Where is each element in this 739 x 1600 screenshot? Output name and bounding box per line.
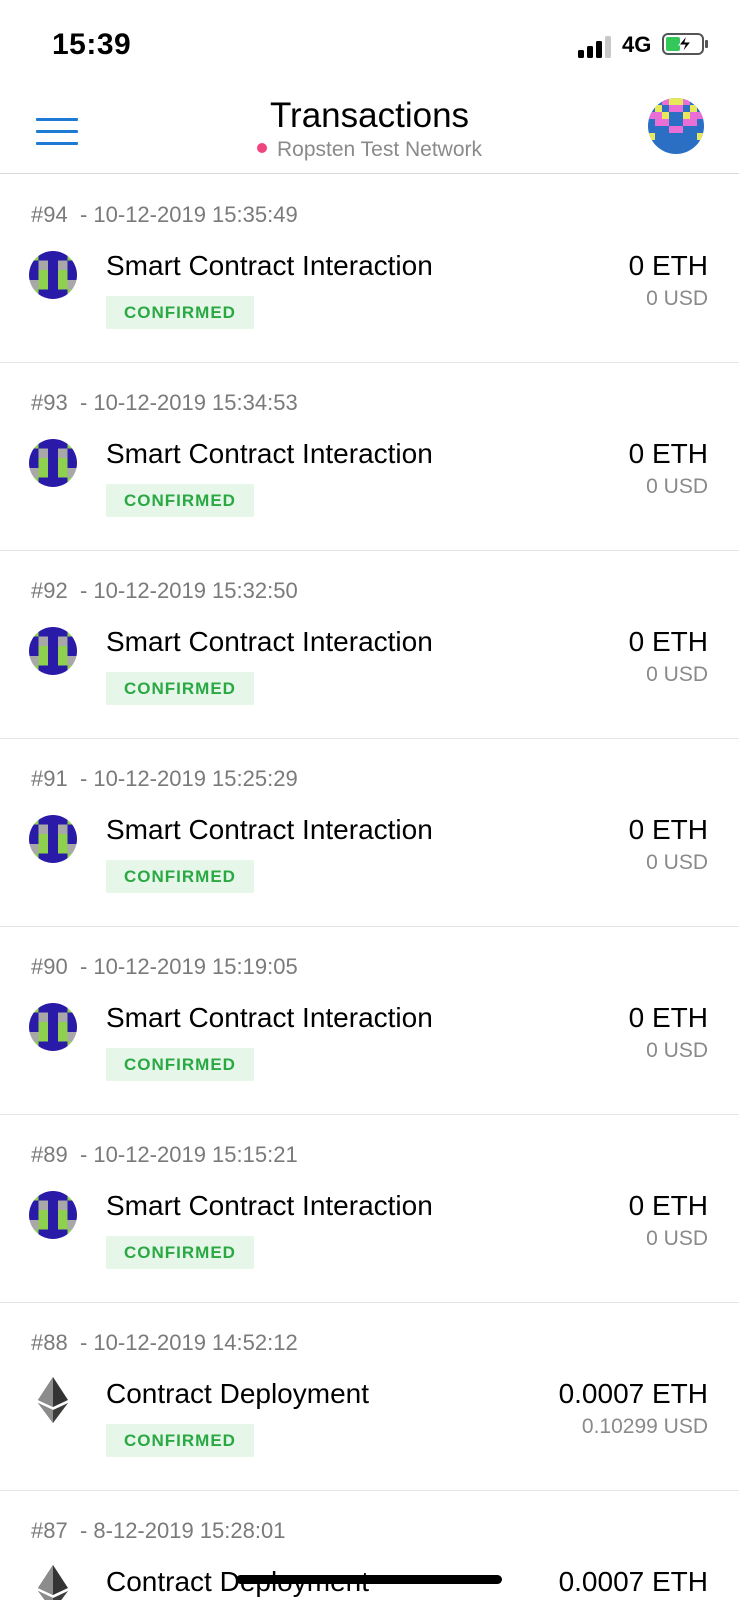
contract-identicon-icon xyxy=(29,815,77,863)
transaction-date: 10-12-2019 15:25:29 xyxy=(93,766,298,791)
transaction-row[interactable]: #91 - 10-12-2019 15:25:29 Smart Contract… xyxy=(0,739,739,927)
transaction-title: Smart Contract Interaction xyxy=(106,626,433,657)
transaction-nonce: #93 xyxy=(31,390,68,415)
transaction-meta: #90 - 10-12-2019 15:19:05 xyxy=(31,954,298,979)
contract-identicon-icon xyxy=(29,1191,77,1239)
transaction-nonce: #92 xyxy=(31,578,68,603)
transaction-title: Smart Contract Interaction xyxy=(106,250,433,281)
transaction-title: Smart Contract Interaction xyxy=(106,1002,433,1033)
transaction-date: 10-12-2019 15:15:21 xyxy=(93,1142,298,1167)
status-badge: CONFIRMED xyxy=(106,484,254,517)
transaction-title: Smart Contract Interaction xyxy=(106,438,433,469)
transaction-nonce: #87 xyxy=(31,1518,68,1543)
status-badge: CONFIRMED xyxy=(106,672,254,705)
ethereum-icon xyxy=(38,1565,68,1600)
transaction-title: Smart Contract Interaction xyxy=(106,1190,433,1221)
transaction-fiat-amount: 0 USD xyxy=(646,1227,708,1250)
transaction-meta: #92 - 10-12-2019 15:32:50 xyxy=(31,578,298,603)
transaction-nonce: #89 xyxy=(31,1142,68,1167)
app-header: Transactions Ropsten Test Network xyxy=(0,90,739,174)
transaction-amount: 0.0007 ETH xyxy=(558,1378,708,1409)
transaction-fiat-amount: 0.10299 USD xyxy=(581,1415,708,1438)
status-badge: CONFIRMED xyxy=(106,860,254,893)
transaction-date: 10-12-2019 14:52:12 xyxy=(93,1330,298,1355)
transaction-meta: #93 - 10-12-2019 15:34:53 xyxy=(31,390,298,415)
transaction-nonce: #91 xyxy=(31,766,68,791)
transaction-fiat-amount: 0 USD xyxy=(646,287,708,310)
transaction-amount: 0 ETH xyxy=(628,438,708,469)
transaction-nonce: #94 xyxy=(31,202,68,227)
contract-identicon-icon xyxy=(29,627,77,675)
transaction-row[interactable]: #88 - 10-12-2019 14:52:12 Contract Deplo… xyxy=(0,1303,739,1491)
transaction-date: 10-12-2019 15:35:49 xyxy=(93,202,298,227)
transaction-amount: 0 ETH xyxy=(628,626,708,657)
transaction-amount: 0 ETH xyxy=(628,1002,708,1033)
transaction-fiat-amount: 0 USD xyxy=(646,475,708,498)
page-title: Transactions xyxy=(269,96,470,135)
network-type: 4G xyxy=(622,32,652,57)
transaction-row[interactable]: #89 - 10-12-2019 15:15:21 Smart Contract… xyxy=(0,1115,739,1303)
contract-identicon-icon xyxy=(29,439,77,487)
status-time: 15:39 xyxy=(52,28,132,61)
transaction-meta: #94 - 10-12-2019 15:35:49 xyxy=(31,202,298,227)
transaction-fiat-amount: 0 USD xyxy=(646,851,708,874)
transaction-nonce: #90 xyxy=(31,954,68,979)
transaction-amount: 0 ETH xyxy=(628,814,708,845)
home-indicator[interactable] xyxy=(236,1575,502,1584)
transaction-row[interactable]: #94 - 10-12-2019 15:35:49 Smart Contract… xyxy=(0,175,739,363)
transaction-amount: 0 ETH xyxy=(628,1190,708,1221)
transaction-amount: 0.0007 ETH xyxy=(558,1566,708,1597)
transaction-meta: #91 - 10-12-2019 15:25:29 xyxy=(31,766,298,791)
status-bar: 15:39 4G xyxy=(0,0,739,90)
transaction-meta: #89 - 10-12-2019 15:15:21 xyxy=(31,1142,298,1167)
network-status-dot xyxy=(256,143,267,154)
transaction-date: 10-12-2019 15:34:53 xyxy=(93,390,298,415)
contract-identicon-icon xyxy=(29,251,77,299)
transaction-list: #94 - 10-12-2019 15:35:49 Smart Contract… xyxy=(0,175,739,1600)
transaction-meta: #87 - 8-12-2019 15:28:01 xyxy=(31,1518,286,1543)
transaction-fiat-amount: 0 USD xyxy=(646,1039,708,1062)
transaction-meta: #88 - 10-12-2019 14:52:12 xyxy=(31,1330,298,1355)
status-badge: CONFIRMED xyxy=(106,1048,254,1081)
transaction-row[interactable]: #93 - 10-12-2019 15:34:53 Smart Contract… xyxy=(0,363,739,551)
ethereum-icon xyxy=(38,1377,68,1423)
transaction-title: Smart Contract Interaction xyxy=(106,814,433,845)
status-badge: CONFIRMED xyxy=(106,1424,254,1457)
cellular-signal-icon xyxy=(578,34,614,58)
account-avatar[interactable] xyxy=(648,98,704,154)
network-name: Ropsten Test Network xyxy=(276,138,483,161)
contract-identicon-icon xyxy=(29,1003,77,1051)
transaction-fiat-amount: 0 USD xyxy=(646,663,708,686)
status-badge: CONFIRMED xyxy=(106,296,254,329)
transaction-amount: 0 ETH xyxy=(628,250,708,281)
transaction-row[interactable]: #92 - 10-12-2019 15:32:50 Smart Contract… xyxy=(0,551,739,739)
transaction-nonce: #88 xyxy=(31,1330,68,1355)
transaction-date: 10-12-2019 15:32:50 xyxy=(93,578,298,603)
transaction-date: 8-12-2019 15:28:01 xyxy=(93,1518,286,1543)
transaction-title: Contract Deployment xyxy=(106,1378,370,1409)
network-indicator[interactable]: Ropsten Test Network xyxy=(0,138,739,162)
battery-charging-icon xyxy=(662,33,708,55)
transaction-date: 10-12-2019 15:19:05 xyxy=(93,954,298,979)
transaction-row[interactable]: #90 - 10-12-2019 15:19:05 Smart Contract… xyxy=(0,927,739,1115)
status-badge: CONFIRMED xyxy=(106,1236,254,1269)
transactions-screen: 15:39 4G Transactions Ropsten Test Netwo… xyxy=(0,0,739,1600)
